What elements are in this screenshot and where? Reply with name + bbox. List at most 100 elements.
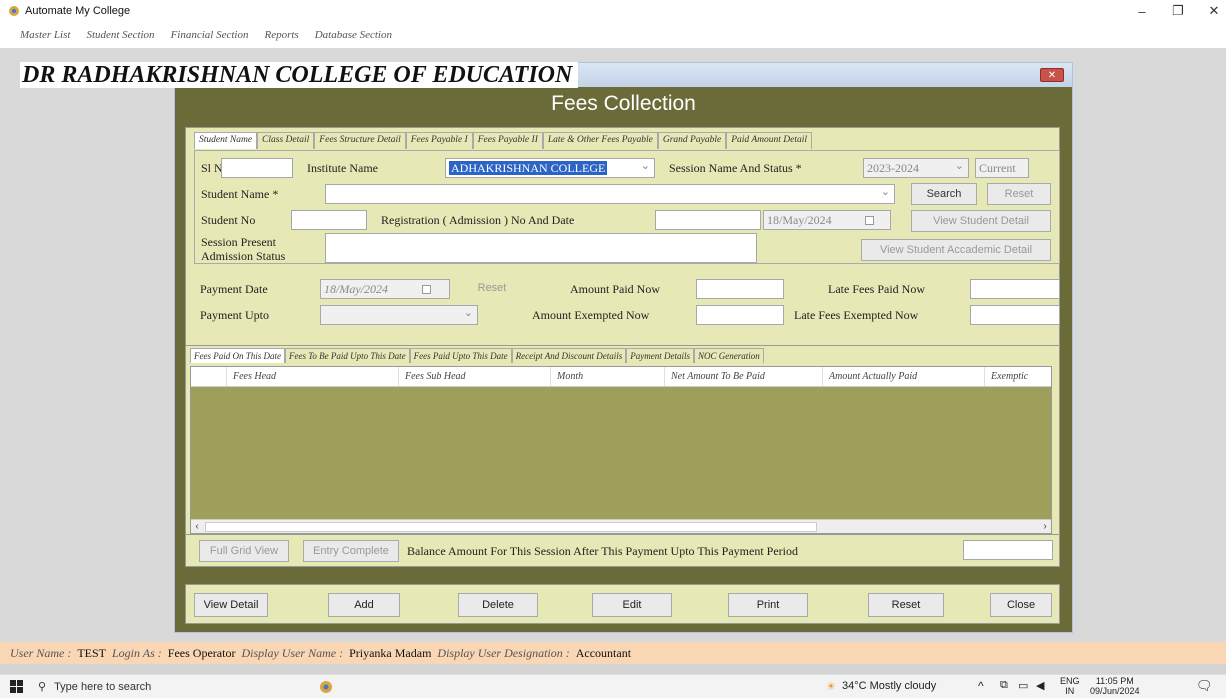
form-title: Fees Collection (551, 92, 696, 115)
col-fees-head[interactable]: Fees Head (227, 367, 399, 386)
delete-button[interactable]: Delete (458, 593, 538, 617)
session-present-label-line1: Session Present (201, 235, 276, 249)
weather-icon: ☀ (826, 681, 836, 693)
session-present-label: Session Present Admission Status (201, 235, 285, 263)
taskbar-search[interactable]: ⚲ Type here to search (38, 675, 278, 698)
col-fees-sub-head[interactable]: Fees Sub Head (399, 367, 551, 386)
student-no-label: Student No (201, 213, 256, 227)
grid-row-selector-header (191, 367, 227, 386)
weather-text[interactable]: 34°C Mostly cloudy (842, 680, 936, 692)
student-details-section: Sl No Institute Name ADHAKRISHNAN COLLEG… (194, 150, 1060, 264)
late-fees-paid-field[interactable] (970, 279, 1060, 299)
registration-no-field[interactable] (655, 210, 761, 230)
grid-tabs: Fees Paid On This Date Fees To Be Paid U… (190, 348, 764, 364)
print-button[interactable]: Print (728, 593, 808, 617)
tab-receipt-discount[interactable]: Receipt And Discount Details (511, 348, 627, 363)
tab-paid-amount[interactable]: Paid Amount Detail (726, 132, 813, 149)
tab-fees-payable-1[interactable]: Fees Payable I (405, 132, 473, 149)
amount-exempted-label: Amount Exempted Now (532, 308, 650, 322)
language-indicator[interactable]: ENG IN (1060, 676, 1080, 696)
tab-fees-payable-2[interactable]: Fees Payable II (472, 132, 543, 149)
amount-exempted-field[interactable] (696, 305, 784, 325)
close-icon[interactable]: ✕ (1196, 0, 1226, 22)
late-fees-exempted-label: Late Fees Exempted Now (794, 308, 919, 322)
view-academic-detail-button[interactable]: View Student Accademic Detail (861, 239, 1051, 261)
registration-date-value: 18/May/2024 (767, 213, 832, 227)
grid-horizontal-scrollbar[interactable]: ‹ › (191, 519, 1051, 533)
action-bar: View Detail Add Delete Edit Print Reset … (185, 584, 1060, 624)
reset-button[interactable]: Reset (868, 593, 944, 617)
tab-late-other-fees[interactable]: Late & Other Fees Payable (542, 132, 658, 149)
payment-date-field[interactable]: 18/May/2024 (320, 279, 450, 299)
tab-grand-payable[interactable]: Grand Payable (657, 132, 727, 149)
amount-paid-field[interactable] (696, 279, 784, 299)
clock-time: 11:05 PM (1095, 676, 1134, 686)
menu-financial-section[interactable]: Financial Section (171, 29, 249, 41)
student-name-label: Student Name * (201, 187, 279, 201)
lang-line-1: ENG (1060, 676, 1080, 686)
grid-section: Fees Paid On This Date Fees To Be Paid U… (185, 345, 1060, 535)
search-button[interactable]: Search (911, 183, 977, 205)
session-present-label-line2: Admission Status (201, 249, 286, 263)
col-amount-paid[interactable]: Amount Actually Paid (823, 367, 985, 386)
close-button[interactable]: Close (990, 593, 1052, 617)
scroll-right-icon[interactable]: › (1039, 520, 1051, 534)
sl-no-field[interactable] (221, 158, 293, 178)
tab-fees-paid-on-date[interactable]: Fees Paid On This Date (190, 348, 285, 363)
view-detail-button[interactable]: View Detail (194, 593, 268, 617)
status-bar: User Name : TEST Login As : Fees Operato… (0, 642, 1226, 664)
edit-button[interactable]: Edit (592, 593, 672, 617)
menu-master-list[interactable]: Master List (20, 29, 70, 41)
registration-date-field[interactable]: 18/May/2024 (763, 210, 891, 230)
windows-start-icon[interactable] (10, 680, 23, 696)
col-exemption[interactable]: Exemptic (985, 367, 1051, 386)
volume-icon[interactable]: ◀ (1036, 679, 1044, 692)
view-student-detail-button[interactable]: View Student Detail (911, 210, 1051, 232)
session-label: Session Name And Status * (669, 161, 802, 175)
notification-icon[interactable]: 🗨 (1196, 678, 1213, 694)
student-name-select[interactable] (325, 183, 895, 204)
tab-payment-details[interactable]: Payment Details (626, 348, 694, 363)
maximize-icon[interactable]: ❐ (1160, 0, 1196, 22)
col-month[interactable]: Month (551, 367, 665, 386)
tab-fees-structure[interactable]: Fees Structure Detail (314, 132, 406, 149)
detail-tabs: Student Name Class Detail Fees Structure… (194, 132, 813, 150)
menu-reports[interactable]: Reports (264, 29, 298, 41)
chat-icon[interactable]: ▭ (1018, 679, 1028, 692)
session-present-field[interactable] (325, 233, 757, 263)
balance-field[interactable] (963, 540, 1053, 560)
payment-reset-button[interactable]: Reset (464, 278, 520, 300)
amount-paid-label: Amount Paid Now (570, 282, 660, 296)
student-reset-button[interactable]: Reset (987, 183, 1051, 205)
fees-grid[interactable]: Fees Head Fees Sub Head Month Net Amount… (190, 366, 1052, 534)
menu-bar: Master List Student Section Financial Se… (0, 22, 1226, 48)
clock-date: 09/Jun/2024 (1090, 686, 1140, 696)
tab-class-detail[interactable]: Class Detail (257, 132, 315, 149)
student-no-field[interactable] (291, 210, 367, 230)
network-icon[interactable]: ⧉ (1000, 679, 1008, 692)
late-fees-exempted-field[interactable] (970, 305, 1060, 325)
add-button[interactable]: Add (328, 593, 400, 617)
clock[interactable]: 11:05 PM 09/Jun/2024 (1090, 676, 1140, 696)
designation-key: Display User Designation : (437, 645, 570, 660)
registration-label: Registration ( Admission ) No And Date (381, 213, 575, 227)
full-grid-view-button[interactable]: Full Grid View (199, 540, 289, 562)
tab-noc-generation[interactable]: NOC Generation (694, 348, 764, 363)
col-net-amount[interactable]: Net Amount To Be Paid (665, 367, 823, 386)
menu-database-section[interactable]: Database Section (315, 29, 392, 41)
menu-student-section[interactable]: Student Section (86, 29, 154, 41)
session-select[interactable]: 2023-2024 (863, 157, 969, 178)
inner-close-icon[interactable]: ✕ (1040, 68, 1064, 82)
tab-fees-paid-upto[interactable]: Fees Paid Upto This Date (409, 348, 512, 363)
scroll-left-icon[interactable]: ‹ (191, 520, 203, 534)
tray-chevron-icon[interactable]: ^ (978, 679, 984, 693)
tab-fees-to-be-paid[interactable]: Fees To Be Paid Upto This Date (285, 348, 410, 363)
app-taskbar-icon[interactable] (318, 679, 334, 698)
minimize-icon[interactable]: – (1124, 0, 1160, 22)
payment-upto-select[interactable] (320, 304, 478, 325)
tab-student-name[interactable]: Student Name (194, 132, 258, 149)
search-icon: ⚲ (38, 681, 47, 693)
institute-select[interactable]: ADHAKRISHNAN COLLEGE (445, 157, 655, 178)
scroll-thumb[interactable] (205, 522, 817, 532)
entry-complete-button[interactable]: Entry Complete (303, 540, 399, 562)
